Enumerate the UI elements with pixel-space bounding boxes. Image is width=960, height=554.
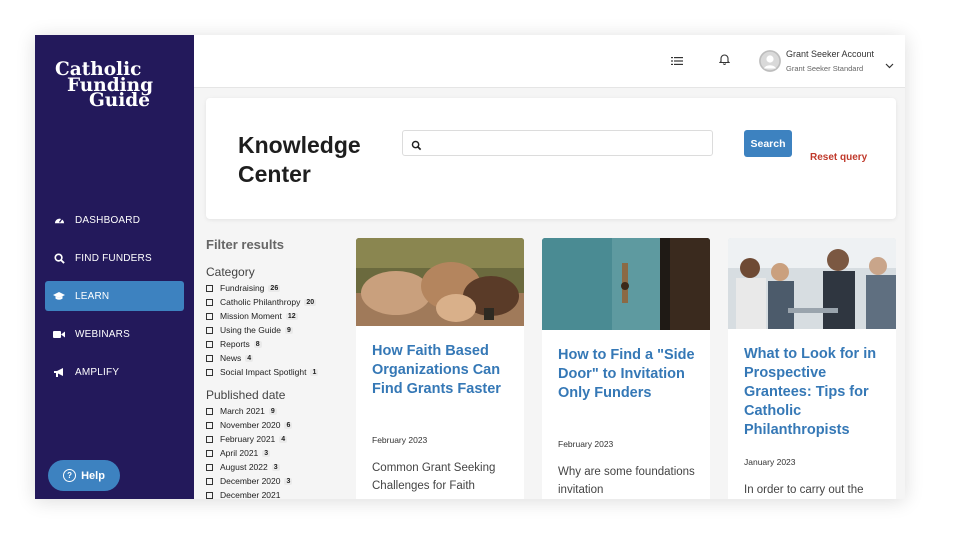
video-camera-icon <box>53 328 65 340</box>
count-badge: 3 <box>262 449 271 457</box>
category-option[interactable]: Using the Guide 9 <box>206 323 346 337</box>
article-excerpt: In order to carry out the <box>744 484 864 496</box>
published-date-heading: Published date <box>206 388 286 402</box>
count-badge: 9 <box>284 326 293 334</box>
article-excerpt: Common Grant Seeking Challenges for Fait… <box>372 462 496 492</box>
date-option[interactable]: December 2021 <box>206 488 346 499</box>
category-option[interactable]: Social Impact Spotlight 1 <box>206 365 346 379</box>
dashboard-icon <box>53 214 65 226</box>
category-option[interactable]: Reports 8 <box>206 337 346 351</box>
article-title[interactable]: How to Find a "Side Door" to Invitation … <box>558 346 703 403</box>
checkbox[interactable] <box>206 491 213 499</box>
avatar[interactable] <box>759 50 781 72</box>
top-bar: Grant Seeker Account Grant Seeker Standa… <box>194 35 905 88</box>
megaphone-icon <box>53 366 65 378</box>
count-badge: 4 <box>279 435 288 443</box>
article-title[interactable]: What to Look for in Prospective Grantees… <box>744 345 889 440</box>
date-option[interactable]: November 2020 6 <box>206 418 346 432</box>
date-option[interactable]: April 2021 3 <box>206 446 346 460</box>
checkbox[interactable] <box>206 407 213 415</box>
article-image-meeting[interactable] <box>728 238 896 329</box>
checkbox[interactable] <box>206 463 213 471</box>
article-image-praying-hands[interactable] <box>356 238 524 326</box>
filter-panel: Filter results Category Fundraising 26 Ca… <box>206 237 346 499</box>
knowledge-center-header: Knowledge Center Search Reset query <box>206 98 896 219</box>
category-option[interactable]: Fundraising 26 <box>206 281 346 295</box>
count-badge: 9 <box>268 407 277 415</box>
count-badge: 4 <box>245 354 254 362</box>
catholic-funding-guide-logo[interactable]: Catholic Funding Guide <box>55 61 153 110</box>
sidebar-nav: DASHBOARD FIND FUNDERS LEARN WEBINARS AM… <box>45 205 184 395</box>
checkbox[interactable] <box>206 354 213 362</box>
search-button[interactable]: Search <box>744 130 792 157</box>
checkbox[interactable] <box>206 477 213 485</box>
account-name[interactable]: Grant Seeker Account <box>786 49 874 59</box>
count-badge: 1 <box>310 368 319 376</box>
search-field[interactable] <box>402 130 713 156</box>
article-image-side-door[interactable] <box>542 238 710 330</box>
article-card[interactable]: How to Find a "Side Door" to Invitation … <box>542 238 710 499</box>
sidebar-item-dashboard[interactable]: DASHBOARD <box>45 205 184 235</box>
sidebar-item-label: LEARN <box>75 290 110 302</box>
checkbox[interactable] <box>206 326 213 334</box>
app-window: Catholic Funding Guide DASHBOARD FIND FU… <box>35 35 905 499</box>
sidebar-item-label: FIND FUNDERS <box>75 252 152 264</box>
sidebar: Catholic Funding Guide DASHBOARD FIND FU… <box>35 35 194 499</box>
sidebar-item-find-funders[interactable]: FIND FUNDERS <box>45 243 184 273</box>
graduation-cap-icon <box>53 290 65 302</box>
sidebar-item-learn[interactable]: LEARN <box>45 281 184 311</box>
category-list: Fundraising 26 Catholic Philanthropy 20 Mi… <box>206 281 346 379</box>
bell-icon[interactable] <box>718 52 731 70</box>
category-option[interactable]: Mission Moment 12 <box>206 309 346 323</box>
category-heading: Category <box>206 265 255 279</box>
reset-query-link[interactable]: Reset query <box>810 152 867 163</box>
question-mark-icon: ? <box>63 469 77 482</box>
article-excerpt: Why are some foundations invitation <box>558 466 695 496</box>
article-title[interactable]: How Faith Based Organizations Can Find G… <box>372 342 517 399</box>
article-card[interactable]: How Faith Based Organizations Can Find G… <box>356 238 524 499</box>
count-badge: 26 <box>268 284 281 292</box>
checkbox[interactable] <box>206 368 213 376</box>
sidebar-item-label: WEBINARS <box>75 328 130 340</box>
count-badge: 3 <box>284 477 293 485</box>
chevron-down-icon[interactable] <box>885 56 894 74</box>
checkbox[interactable] <box>206 312 213 320</box>
checkbox[interactable] <box>206 421 213 429</box>
sidebar-item-label: DASHBOARD <box>75 214 141 226</box>
category-option[interactable]: News 4 <box>206 351 346 365</box>
checkbox[interactable] <box>206 284 213 292</box>
checkbox[interactable] <box>206 435 213 443</box>
date-option[interactable]: August 2022 3 <box>206 460 346 474</box>
sidebar-item-amplify[interactable]: AMPLIFY <box>45 357 184 387</box>
checkbox[interactable] <box>206 298 213 306</box>
list-icon[interactable] <box>671 53 683 71</box>
search-icon <box>53 252 65 264</box>
article-card[interactable]: What to Look for in Prospective Grantees… <box>728 238 896 499</box>
count-badge: 6 <box>284 421 293 429</box>
checkbox[interactable] <box>206 340 213 348</box>
date-option[interactable]: March 2021 9 <box>206 404 346 418</box>
count-badge: 3 <box>271 463 280 471</box>
sidebar-item-webinars[interactable]: WEBINARS <box>45 319 184 349</box>
checkbox[interactable] <box>206 449 213 457</box>
article-date: January 2023 <box>744 457 796 467</box>
page-title: Knowledge Center <box>238 132 361 187</box>
category-option[interactable]: Catholic Philanthropy 20 <box>206 295 346 309</box>
search-input[interactable] <box>427 134 707 152</box>
account-type: Grant Seeker Standard <box>786 64 864 73</box>
article-date: February 2023 <box>372 435 428 445</box>
date-option[interactable]: February 2021 4 <box>206 432 346 446</box>
help-button[interactable]: ? Help <box>48 460 120 491</box>
count-badge: 20 <box>304 298 317 306</box>
date-option[interactable]: December 2020 3 <box>206 474 346 488</box>
count-badge: 12 <box>285 312 298 320</box>
sidebar-item-label: AMPLIFY <box>75 366 120 378</box>
filter-title: Filter results <box>206 237 285 252</box>
count-badge: 8 <box>253 340 262 348</box>
date-list: March 2021 9 November 2020 6 February 2021… <box>206 404 346 499</box>
search-icon <box>411 138 422 156</box>
article-date: February 2023 <box>558 439 614 449</box>
